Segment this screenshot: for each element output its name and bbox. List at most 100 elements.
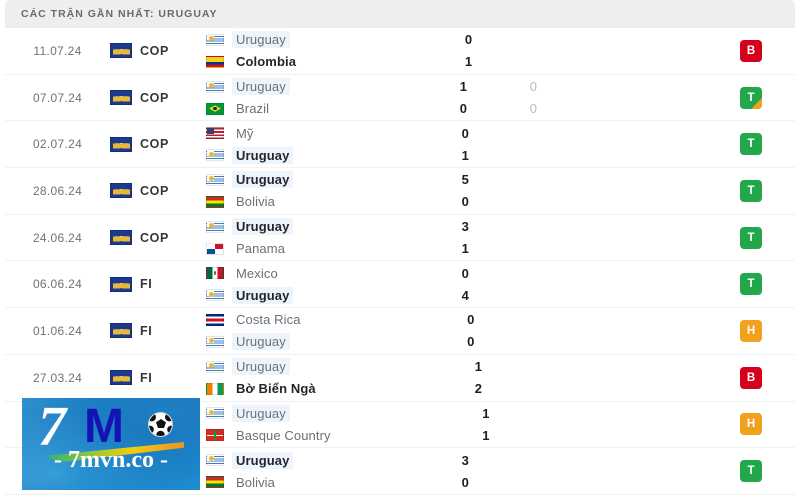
away-team-line[interactable]: Bờ Biển Ngà [206, 380, 443, 397]
away-score: 1 [482, 427, 490, 443]
uruguay-flag-icon [206, 149, 224, 162]
away-team-line[interactable]: Bolivia [206, 193, 430, 210]
teams-cell: Costa Rica Uruguay [198, 308, 436, 354]
away-score: 0 [461, 194, 469, 210]
table-row[interactable]: 01.06.24 FI Costa Rica Uruguay 0 0 H [5, 308, 795, 355]
home-score: 3 [461, 452, 469, 468]
teams-cell: Uruguay Bolivia [198, 448, 430, 494]
row-spacer [583, 355, 707, 401]
match-date: 28.06.24 [32, 183, 83, 198]
competition-cell[interactable]: COP [110, 28, 198, 74]
away-team-line[interactable]: Brazil [206, 100, 428, 117]
home-team-name: Costa Rica [236, 312, 301, 328]
home-secondary-score: 0 [529, 79, 538, 95]
uruguay-flag-icon [206, 335, 224, 348]
teams-cell: Uruguay Colombia [198, 28, 434, 74]
away-team-name: Panama [236, 241, 286, 257]
score-cell: 01 [434, 28, 504, 74]
away-team-line[interactable]: Uruguay [206, 286, 430, 304]
home-team-name: Uruguay [232, 451, 294, 469]
teams-cell: Mexico Uruguay [198, 261, 430, 307]
competition-name: COP [140, 90, 169, 105]
status-badge: T [740, 273, 762, 296]
away-team-line[interactable]: Uruguay [206, 146, 430, 164]
home-team-name: Uruguay [232, 171, 294, 189]
home-team-line[interactable]: Mỹ [206, 125, 430, 142]
home-team-line[interactable]: Uruguay [206, 404, 451, 422]
row-spacer [570, 121, 707, 167]
bolivia-flag-icon [206, 476, 224, 489]
status-badge: H [740, 413, 762, 436]
table-row[interactable]: 02.07.24 COP Mỹ Uruguay 0 1 T [5, 121, 795, 169]
home-team-line[interactable]: Uruguay [206, 78, 428, 96]
secondary-score-cell [513, 355, 583, 401]
home-score: 0 [464, 32, 473, 48]
competition-emblem-icon [110, 230, 132, 246]
competition-cell[interactable]: COP [110, 121, 198, 167]
score-cell: 00 [436, 308, 506, 354]
home-score: 0 [467, 312, 475, 328]
away-team-line[interactable]: Colombia [206, 53, 434, 70]
basque-flag-icon [206, 429, 224, 442]
table-row[interactable]: 28.06.24 COP Uruguay Bolivia 5 0 T [5, 168, 795, 215]
row-spacer [570, 448, 707, 494]
table-row[interactable]: 24.06.24 COP Uruguay Panama 3 1 T [5, 214, 795, 262]
uruguay-flag-icon [206, 454, 224, 467]
home-team-line[interactable]: Uruguay [206, 31, 434, 49]
status-badge: T [740, 226, 762, 249]
costarica-flag-icon [206, 313, 224, 326]
competition-emblem-icon [110, 276, 132, 292]
away-team-line[interactable]: Panama [206, 240, 430, 257]
away-team-line[interactable]: Uruguay [206, 333, 436, 351]
competition-name: FI [140, 370, 153, 385]
competition-emblem-icon [110, 90, 132, 106]
table-row[interactable]: 27.03.24 FI Uruguay Bờ Biển Ngà 1 2 B [5, 354, 795, 402]
table-row[interactable]: 11.07.24 COP Uruguay Colombia 0 1 B [5, 28, 795, 75]
table-row[interactable]: 07.07.24 COP Uruguay Brazil 1 0 0 0 T [5, 74, 795, 122]
match-date: 06.06.24 [32, 277, 83, 292]
competition-cell[interactable]: COP [110, 215, 198, 261]
away-score: 1 [461, 147, 469, 163]
mexico-flag-icon [206, 267, 224, 280]
ivorycoast-flag-icon [206, 382, 224, 395]
teams-cell: Uruguay Brazil [198, 75, 428, 121]
home-team-name: Mexico [236, 265, 278, 281]
row-spacer [576, 308, 707, 354]
home-team-line[interactable]: Uruguay [206, 451, 430, 469]
competition-name: COP [140, 137, 169, 152]
score-cell: 12 [443, 355, 513, 401]
competition-cell[interactable]: COP [110, 75, 198, 121]
watermark-logo: 7 M [22, 399, 200, 464]
competition-name: COP [140, 183, 169, 198]
competition-cell[interactable]: FI [110, 355, 198, 401]
match-date: 01.06.24 [32, 323, 83, 338]
away-team-name: Colombia [236, 54, 297, 70]
home-team-line[interactable]: Uruguay [206, 171, 430, 189]
home-team-line[interactable]: Costa Rica [206, 311, 436, 328]
uruguay-flag-icon [206, 33, 224, 46]
competition-cell[interactable]: FI [110, 261, 198, 307]
home-team-line[interactable]: Mexico [206, 265, 430, 282]
row-spacer [570, 215, 707, 261]
card-header: CÁC TRẬN GẦN NHẤT: URUGUAY [5, 0, 795, 28]
away-team-name: Uruguay [232, 146, 294, 164]
teams-cell: Uruguay Bờ Biển Ngà [198, 355, 443, 401]
home-team-line[interactable]: Uruguay [206, 218, 430, 236]
competition-cell[interactable]: FI [110, 308, 198, 354]
status-badge: T [740, 86, 762, 109]
away-team-line[interactable]: Bolivia [206, 474, 430, 491]
table-row[interactable]: 06.06.24 FI Mexico Uruguay 0 4 T [5, 261, 795, 309]
status-badge: T [740, 460, 762, 483]
away-team-line[interactable]: Basque Country [206, 427, 451, 444]
uruguay-flag-icon [206, 220, 224, 233]
competition-emblem-icon [110, 323, 132, 339]
home-team-line[interactable]: Uruguay [206, 358, 443, 376]
competition-cell[interactable]: COP [110, 168, 198, 214]
away-score: 1 [464, 54, 473, 70]
competition-name: COP [140, 43, 169, 58]
status-badge: T [740, 179, 762, 202]
score-cell: 11 [451, 402, 521, 448]
logo-m-text: M [84, 400, 124, 453]
home-team-name: Uruguay [232, 358, 290, 376]
away-team-name: Uruguay [232, 333, 290, 351]
